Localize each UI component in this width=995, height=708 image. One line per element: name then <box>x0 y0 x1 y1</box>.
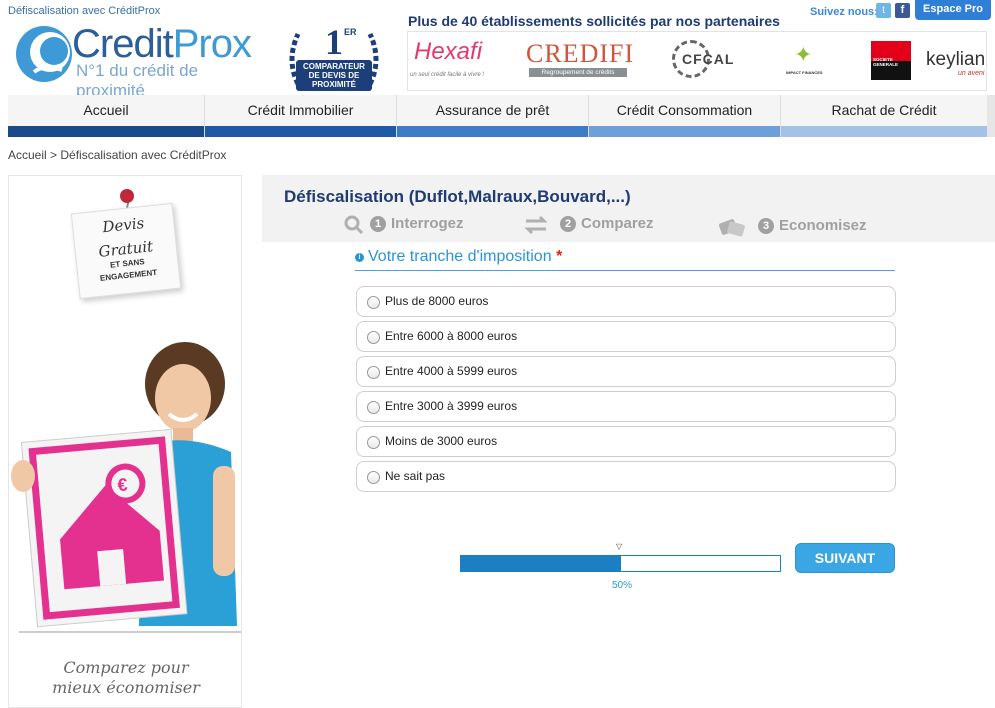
badge-rank-suffix: ER <box>344 27 357 37</box>
radio-button[interactable] <box>367 366 380 379</box>
next-button[interactable]: SUIVANT <box>795 543 895 573</box>
price-tags-icon <box>718 219 745 237</box>
credifi-logo[interactable]: CREDIFI Regroupement de crédits <box>526 32 636 90</box>
partners-logo-strip: Hexafi un seul crédit facile à vivre ! C… <box>407 31 987 91</box>
option-4000-5999[interactable]: Entre 4000 à 5999 euros <box>356 356 896 387</box>
creditprox-logo[interactable]: CreditProx N°1 du crédit de proximité <box>14 22 259 100</box>
radio-button[interactable] <box>367 401 380 414</box>
form-header: Défiscalisation (Duflot,Malraux,Bouvard,… <box>262 175 995 242</box>
step-comparez: 2 Comparez <box>560 215 654 232</box>
form-title: Défiscalisation (Duflot,Malraux,Bouvard,… <box>284 187 631 206</box>
step-interrogez: 1 Interrogez <box>370 215 464 232</box>
breadcrumb[interactable]: Accueil > Défiscalisation avec CréditPro… <box>8 148 226 162</box>
espace-pro-button[interactable]: Espace Pro <box>915 0 991 20</box>
logo-wordmark: CreditProx <box>72 22 252 66</box>
progress-marker-icon: ▽ <box>616 542 623 551</box>
top-page-link[interactable]: Défiscalisation avec CréditProx <box>8 5 160 17</box>
progress-percent: 50% <box>612 580 633 591</box>
facebook-icon[interactable]: f <box>895 3 910 18</box>
compare-arrows-icon <box>524 215 548 235</box>
nav-item-credit-immobilier[interactable]: Crédit Immobilier <box>205 95 397 137</box>
badge-rank: 1 <box>325 22 343 62</box>
nav-item-assurance-de-pret[interactable]: Assurance de prêt <box>397 95 589 137</box>
woman-holding-sign-illustration: € <box>11 342 241 633</box>
promo-banner[interactable]: Devis Gratuit ET SANS ENGAGEMENT € Compa… <box>8 175 242 708</box>
radio-button[interactable] <box>367 471 380 484</box>
magnifier-icon <box>344 215 364 235</box>
tax-bracket-options: Plus de 8000 euros Entre 6000 à 8000 eur… <box>356 286 896 496</box>
nav-item-accueil[interactable]: Accueil <box>8 95 205 137</box>
impact-finances-logo[interactable]: ✦ IMPACT FINANCES <box>782 32 828 90</box>
first-comparator-badge: 1 ER COMPARATEUR DE DEVIS DE PROXIMITÉ <box>284 24 384 96</box>
cfcal-logo[interactable]: CFCAL <box>670 32 746 90</box>
twitter-icon[interactable]: t <box>876 3 891 18</box>
badge-text: COMPARATEUR DE DEVIS DE PROXIMITÉ <box>296 60 372 91</box>
info-icon: i <box>355 253 364 262</box>
option-ne-sait-pas[interactable]: Ne sait pas <box>356 461 896 492</box>
nav-item-rachat-de-credit[interactable]: Rachat de Crédit <box>781 95 987 137</box>
logo-circle-icon <box>16 26 72 82</box>
radio-button[interactable] <box>367 296 380 309</box>
hexafi-logo[interactable]: Hexafi un seul crédit facile à vivre ! <box>410 32 520 90</box>
option-moins-3000[interactable]: Moins de 3000 euros <box>356 426 896 457</box>
option-3000-3999[interactable]: Entre 3000 à 3999 euros <box>356 391 896 422</box>
option-plus-8000[interactable]: Plus de 8000 euros <box>356 286 896 317</box>
nav-edge <box>987 95 995 137</box>
pushpin-icon <box>120 189 134 203</box>
required-marker: * <box>556 248 563 265</box>
partners-title: Plus de 40 établissements sollicités par… <box>408 13 780 29</box>
radio-button[interactable] <box>367 331 380 344</box>
nav-item-credit-consommation[interactable]: Crédit Consommation <box>589 95 781 137</box>
tax-form-panel: Défiscalisation (Duflot,Malraux,Bouvard,… <box>262 175 995 708</box>
svg-text:€: € <box>117 474 129 495</box>
banner-caption: Comparez pour mieux économiser <box>52 658 200 697</box>
option-6000-8000[interactable]: Entre 6000 à 8000 euros <box>356 321 896 352</box>
question-title: i Votre tranche d'imposition * <box>355 248 895 271</box>
radio-button[interactable] <box>367 436 380 449</box>
keylian-logo[interactable]: keylian un aveni <box>926 32 986 90</box>
free-quote-note: Devis Gratuit ET SANS ENGAGEMENT <box>70 202 182 300</box>
progress-bar <box>460 555 781 572</box>
step-economisez: 3 Economisez <box>758 217 867 234</box>
follow-us-label: Suivez nous: <box>810 6 878 18</box>
societe-generale-logo[interactable]: SOCIETE GENERALE <box>871 32 913 90</box>
progress-bar-fill <box>461 556 621 571</box>
main-nav: Accueil Crédit Immobilier Assurance de p… <box>8 95 987 137</box>
